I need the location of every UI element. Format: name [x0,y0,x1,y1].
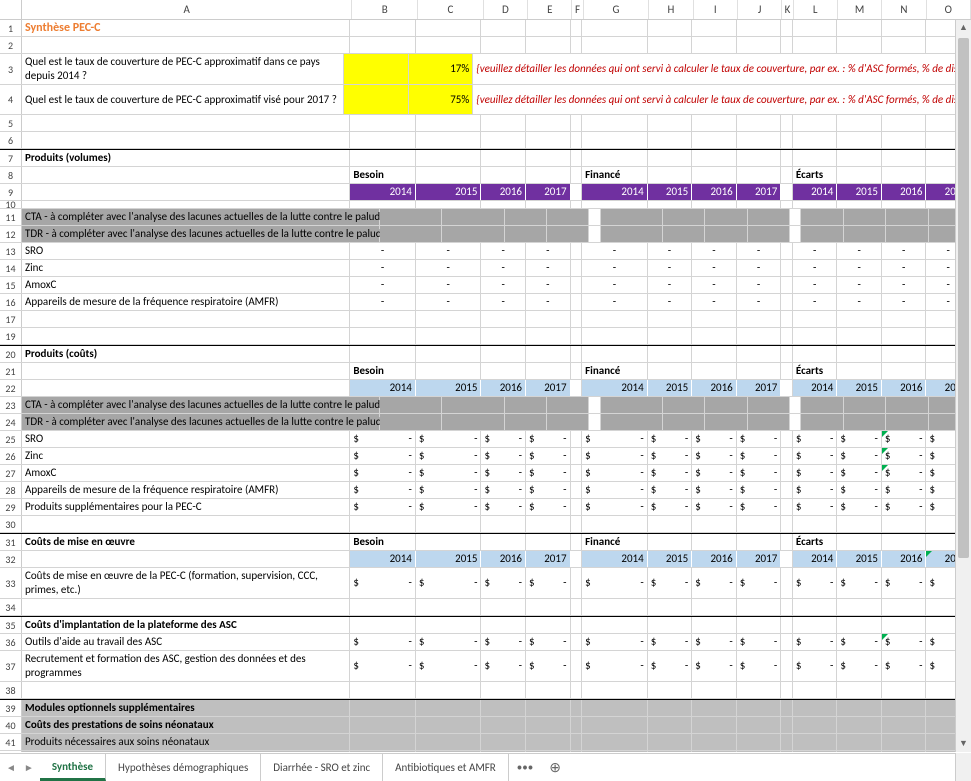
product-cost-row: 29Produits supplémentaires pour la PEC-C… [0,499,971,516]
row-header[interactable]: 4 [0,85,22,114]
column-headers: A B C D E F G H I J K L M N O [0,0,971,20]
col-header[interactable]: I [694,0,738,19]
tdr-row[interactable]: TDR - à compléter avec l'analyse des lac… [22,226,380,242]
col-header[interactable]: K [782,0,793,19]
corner-cell[interactable] [0,0,22,19]
tab-synthese[interactable]: Synthèse [40,754,106,781]
year-header[interactable]: 2016 [481,184,526,200]
row-header[interactable]: 7 [0,150,22,166]
note: {veuillez détailler les données qui ont … [473,85,971,114]
answer-cell[interactable] [344,85,408,114]
row-header[interactable]: 2 [0,37,22,53]
question2[interactable]: Quel est le taux de couverture de PEC-C … [22,85,344,114]
product-cost-row: 28Appareils de mesure de la fréquence re… [0,482,971,499]
section-header[interactable]: Modules optionnels supplémentaires [22,700,350,716]
year-header[interactable]: 2014 [793,184,838,200]
title-cell[interactable]: Synthèse PEC-C [22,20,350,36]
row-header[interactable]: 11 [0,209,22,225]
year-header[interactable]: 2017 [526,184,571,200]
sheet-tabs: ◄ ► Synthèse Hypothèses démographiques D… [0,753,955,781]
cta-row[interactable]: CTA - à compléter avec l'analyse des lac… [22,209,380,225]
row-header[interactable]: 1 [0,20,22,36]
col-header[interactable]: J [738,0,782,19]
section-header[interactable]: Coûts de mise en œuvre [22,534,350,550]
horizontal-scrollbar-corner [955,753,971,781]
col-header[interactable]: O [927,0,971,19]
spreadsheet-grid[interactable]: 1 Synthèse PEC-C 2 3 Quel est le taux de… [0,20,971,752]
year-header[interactable]: 2016 [692,184,737,200]
product-row: 13SRO------------ [0,243,971,260]
question1[interactable]: Quel est le taux de couverture de PEC-C … [22,54,344,84]
product-cost-row: 26Zinc$-$-$-$-$-$-$-$-$-$-$-$- [0,448,971,465]
year-header[interactable]: 2014 [350,184,416,200]
answer-cell[interactable] [344,54,408,84]
product-cost-row: 25SRO$-$-$-$-$-$-$-$-$-$-$-$- [0,431,971,448]
tab-more-icon[interactable]: ••• [509,754,541,781]
answer2[interactable]: 75% [409,85,473,114]
tab-hypotheses[interactable]: Hypothèses démographiques [106,754,261,781]
row-header[interactable]: 8 [0,167,22,183]
section-header[interactable]: Produits (coûts) [22,346,350,362]
tab-antibiotiques[interactable]: Antibiotiques et AMFR [383,754,509,781]
year-header[interactable]: 2016 [882,184,927,200]
note: {veuillez détailler les données qui ont … [473,54,971,84]
tab-navigation[interactable]: ◄ ► [0,754,40,781]
row-header[interactable]: 12 [0,226,22,242]
row-header[interactable]: 5 [0,115,22,131]
subheader[interactable]: Financé [582,167,648,183]
scroll-thumb[interactable] [958,38,969,558]
subheader[interactable]: Écarts [793,167,838,183]
tab-diarrhee[interactable]: Diarrhée - SRO et zinc [261,754,383,781]
product-cost-row: 27AmoxC$-$-$-$-$-$-$-$-$-$-$-$- [0,465,971,482]
tab-prev-icon[interactable]: ◄ [6,761,16,774]
vertical-scrollbar[interactable]: ▲ ▼ [955,20,971,752]
year-header[interactable]: 2017 [737,184,782,200]
col-header[interactable]: C [418,0,484,19]
col-header[interactable]: A [22,0,352,19]
year-header[interactable]: 2015 [416,184,482,200]
col-header[interactable]: G [584,0,650,19]
col-header[interactable]: N [882,0,926,19]
answer1[interactable]: 17% [409,54,473,84]
col-header[interactable]: D [484,0,528,19]
col-header[interactable]: E [528,0,572,19]
tab-add-icon[interactable]: ⊕ [541,754,569,781]
subheader[interactable]: Besoin [350,167,416,183]
col-header[interactable]: H [649,0,693,19]
product-row: 15AmoxC------------ [0,277,971,294]
year-header[interactable]: 2015 [837,184,882,200]
row-header[interactable]: 3 [0,54,22,84]
product-row: 14Zinc------------ [0,260,971,277]
product-row: 16Appareils de mesure de la fréquence re… [0,294,971,311]
tab-next-icon[interactable]: ► [24,761,34,774]
col-header[interactable]: M [838,0,882,19]
row-header[interactable]: 6 [0,132,22,148]
scroll-up-arrow[interactable]: ▲ [956,20,971,36]
year-header[interactable]: 2014 [582,184,648,200]
col-header[interactable]: F [572,0,583,19]
col-header[interactable]: B [352,0,418,19]
row-header[interactable]: 10 [0,201,22,208]
section-header[interactable]: Produits (volumes) [22,150,350,166]
scroll-down-arrow[interactable]: ▼ [956,736,971,752]
col-header[interactable]: L [794,0,838,19]
year-header[interactable]: 2015 [648,184,693,200]
section-header[interactable]: Coûts d'implantation de la plateforme de… [22,617,350,633]
